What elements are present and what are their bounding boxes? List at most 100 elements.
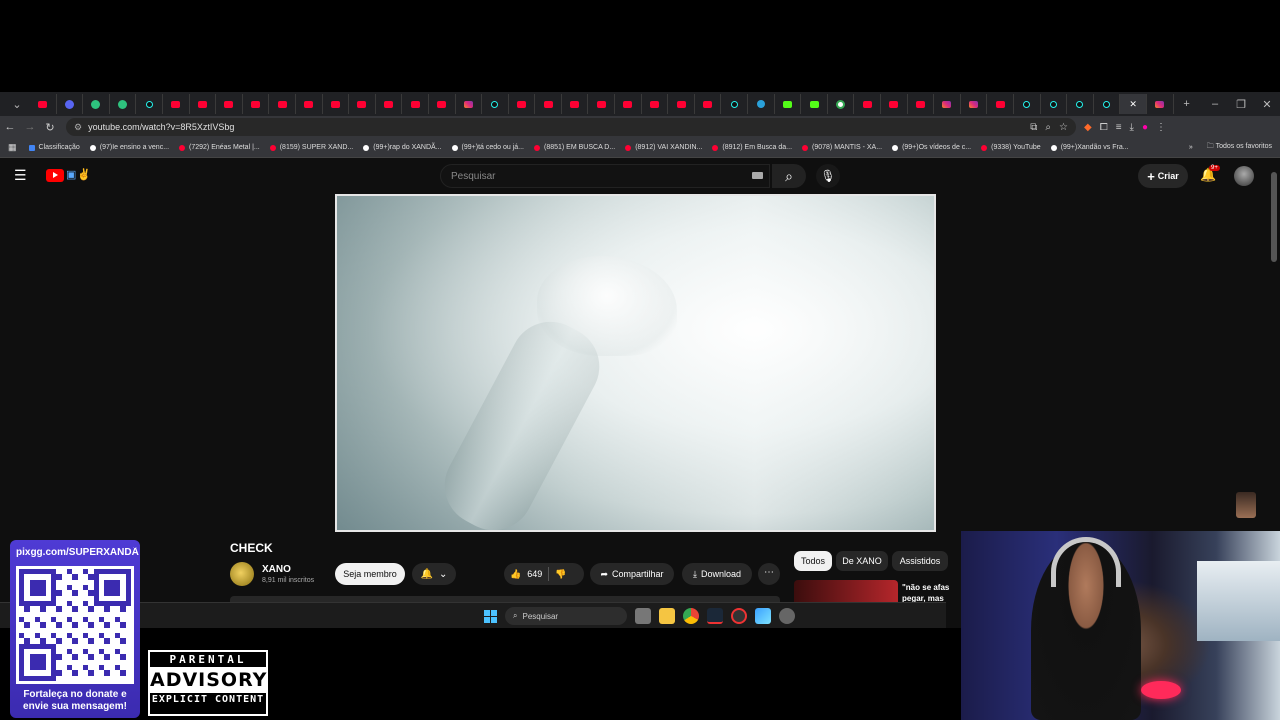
bookmark-item[interactable]: (9078) MANTIS - XA...	[802, 144, 882, 151]
steam-icon[interactable]	[707, 608, 723, 624]
browser-tab[interactable]	[323, 94, 350, 114]
browser-tab[interactable]	[509, 94, 536, 114]
channel-name[interactable]: XANO	[262, 564, 291, 575]
media-controls-icon[interactable]: ≡	[1116, 122, 1122, 133]
browser-tab[interactable]	[775, 94, 802, 114]
chrome-icon[interactable]	[683, 608, 699, 624]
url-input[interactable]: ⚙ youtube.com/watch?v=8R5XztIVSbg ⧉ ⌕ ☆	[66, 118, 1076, 136]
browser-tab[interactable]	[110, 94, 137, 114]
youtube-logo-icon[interactable]	[46, 169, 64, 182]
browser-tab[interactable]	[642, 94, 669, 114]
extension-brave-icon[interactable]: ◆	[1084, 122, 1092, 133]
new-tab-icon[interactable]: +	[1174, 98, 1200, 110]
create-button[interactable]: + Criar	[1138, 164, 1188, 188]
chip-watched[interactable]: Assistidos	[892, 551, 948, 571]
downloads-icon[interactable]: ⤓	[1130, 122, 1134, 133]
zoom-icon[interactable]: ⌕	[1045, 122, 1051, 133]
channel-avatar[interactable]	[230, 562, 254, 586]
browser-tab[interactable]	[376, 94, 403, 114]
browser-tab[interactable]	[296, 94, 323, 114]
apps-grid-icon[interactable]: ▦	[8, 142, 17, 153]
bookmark-item[interactable]: (9338) YouTube	[981, 144, 1041, 151]
more-actions-button[interactable]: ⋯	[758, 563, 780, 585]
subscription-bell-button[interactable]: 🔔 ⌄	[412, 563, 456, 585]
bookmark-item[interactable]: (99+)Os vídeos de c...	[892, 144, 971, 151]
share-button[interactable]: ➦ Compartilhar	[590, 563, 674, 585]
browser-tab[interactable]	[1041, 94, 1068, 114]
browser-tab[interactable]	[482, 94, 509, 114]
browser-tab[interactable]	[1094, 94, 1121, 114]
profile-avatar-icon[interactable]: ●	[1142, 122, 1148, 133]
keyboard-icon[interactable]	[752, 172, 763, 179]
browser-tab[interactable]	[1067, 94, 1094, 114]
browser-tab[interactable]	[190, 94, 217, 114]
browser-tab[interactable]	[828, 94, 855, 114]
file-explorer-icon[interactable]	[659, 608, 675, 624]
photos-icon[interactable]	[755, 608, 771, 624]
site-info-icon[interactable]: ⚙	[74, 122, 82, 133]
bookmark-item[interactable]: Classificação	[28, 144, 80, 151]
recommended-thumbnail[interactable]	[794, 580, 898, 602]
browser-tab[interactable]	[961, 94, 988, 114]
browser-tab[interactable]	[429, 94, 456, 114]
bookmark-item[interactable]: (8851) EM BUSCA D...	[534, 144, 615, 151]
browser-tab[interactable]	[269, 94, 296, 114]
chip-from-channel[interactable]: De XANO	[836, 551, 888, 571]
browser-tab[interactable]	[1147, 94, 1174, 114]
all-favorites-folder[interactable]: 🗀 Todos os favoritos	[1207, 142, 1272, 153]
browser-tab[interactable]	[695, 94, 722, 114]
voice-search-button[interactable]: 🎙	[816, 164, 840, 188]
install-app-icon[interactable]: ⧉	[1030, 122, 1037, 133]
browser-tab[interactable]	[854, 94, 881, 114]
browser-tab[interactable]	[668, 94, 695, 114]
windows-start-icon[interactable]	[484, 610, 497, 623]
browser-tab[interactable]	[57, 94, 84, 114]
browser-tab[interactable]	[402, 94, 429, 114]
browser-tab[interactable]	[243, 94, 270, 114]
browser-tab[interactable]	[934, 94, 961, 114]
chrome-menu-icon[interactable]: ⋮	[1156, 122, 1166, 133]
task-view-icon[interactable]	[635, 608, 651, 624]
account-avatar[interactable]	[1234, 166, 1254, 186]
browser-tab[interactable]	[30, 94, 57, 114]
browser-tab[interactable]	[721, 94, 749, 114]
forward-icon[interactable]: →	[20, 121, 40, 133]
join-button[interactable]: Seja membro	[335, 563, 405, 585]
bookmark-item[interactable]: (8159) SUPER XAND...	[269, 144, 353, 151]
bookmark-item[interactable]: (7292) Enéas Metal |...	[179, 144, 260, 151]
dislike-button[interactable]: 👎	[555, 569, 566, 580]
maximize-icon[interactable]: ❐	[1228, 98, 1254, 111]
bookmark-item[interactable]: (8912) VAI XANDIN...	[625, 144, 702, 151]
browser-tab[interactable]	[349, 94, 376, 114]
browser-tab[interactable]	[987, 94, 1014, 114]
browser-tab[interactable]	[535, 94, 562, 114]
reload-icon[interactable]: ↻	[40, 121, 60, 134]
browser-tab[interactable]	[801, 94, 828, 114]
back-icon[interactable]: ←	[0, 121, 20, 133]
browser-tab[interactable]	[881, 94, 908, 114]
obs-icon[interactable]	[731, 608, 747, 624]
bookmark-item[interactable]: (99+)rap do XANDÃ...	[363, 144, 442, 151]
bookmark-star-icon[interactable]: ☆	[1059, 122, 1068, 133]
browser-tab[interactable]	[163, 94, 190, 114]
browser-tab[interactable]	[216, 94, 243, 114]
more-bookmarks-icon[interactable]: »	[1189, 144, 1193, 151]
browser-tab[interactable]	[615, 94, 642, 114]
browser-tab[interactable]	[83, 94, 110, 114]
download-button[interactable]: ⤓ Download	[682, 563, 752, 585]
browser-tab[interactable]	[562, 94, 589, 114]
video-player[interactable]	[335, 194, 936, 532]
bookmark-item[interactable]: (8912) Em Busca da...	[712, 144, 792, 151]
browser-tab[interactable]	[456, 94, 483, 114]
browser-tab[interactable]	[588, 94, 616, 114]
chip-all[interactable]: Todos	[794, 551, 832, 571]
active-tab-close-icon[interactable]: ✕	[1120, 94, 1147, 114]
search-input[interactable]: Pesquisar	[440, 164, 770, 188]
browser-tab[interactable]	[136, 94, 163, 114]
youtube-doodle-icon[interactable]: ▣✌	[66, 168, 92, 181]
browser-tab[interactable]	[1014, 94, 1041, 114]
bookmark-item[interactable]: (99+)Xandão vs Fra...	[1050, 144, 1129, 151]
taskbar-search[interactable]: ⌕ Pesquisar	[505, 607, 627, 625]
like-button[interactable]: 👍 649	[510, 569, 542, 580]
browser-tab[interactable]	[748, 94, 775, 114]
